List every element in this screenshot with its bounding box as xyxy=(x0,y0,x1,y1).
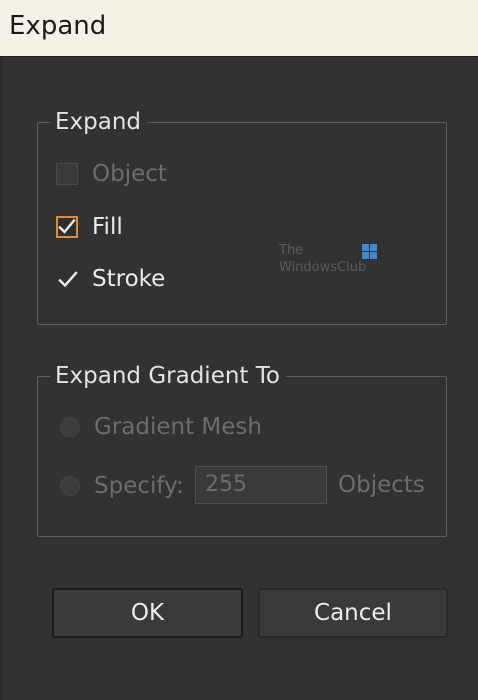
watermark-line-2: WindowsClub xyxy=(279,260,367,275)
gradient-mesh-radio xyxy=(60,417,80,437)
stroke-checkbox[interactable] xyxy=(56,268,78,290)
specify-option: Specify: xyxy=(60,471,184,501)
window-left-edge xyxy=(0,57,3,700)
objects-label: Objects xyxy=(338,472,425,498)
gradient-mesh-label: Gradient Mesh xyxy=(94,414,262,440)
specify-objects-input: 255 xyxy=(195,466,327,504)
object-checkbox xyxy=(56,163,78,185)
fill-label: Fill xyxy=(92,214,123,240)
fill-checkbox[interactable] xyxy=(56,216,78,238)
gradient-group-legend: Expand Gradient To xyxy=(51,362,286,390)
expand-dialog: Expand Expand Object Fill Stroke The Win… xyxy=(0,0,478,700)
checkmark-icon xyxy=(58,271,78,288)
windows-logo-icon xyxy=(362,244,377,259)
watermark: The WindowsClub xyxy=(279,242,385,282)
stroke-label: Stroke xyxy=(92,266,166,292)
checkmark-icon xyxy=(58,218,76,234)
fill-option[interactable]: Fill xyxy=(56,212,123,242)
title-bar[interactable]: Expand xyxy=(0,0,478,57)
specify-radio xyxy=(60,476,80,496)
expand-group-legend: Expand xyxy=(51,108,148,136)
cancel-button[interactable]: Cancel xyxy=(258,588,448,638)
stroke-option[interactable]: Stroke xyxy=(56,264,165,294)
ok-button[interactable]: OK xyxy=(52,588,243,638)
specify-label: Specify: xyxy=(94,473,184,499)
window-title: Expand xyxy=(9,11,107,41)
object-option: Object xyxy=(56,159,167,189)
object-label: Object xyxy=(92,161,167,187)
gradient-mesh-option: Gradient Mesh xyxy=(60,412,262,442)
gradient-group-box xyxy=(37,376,447,537)
